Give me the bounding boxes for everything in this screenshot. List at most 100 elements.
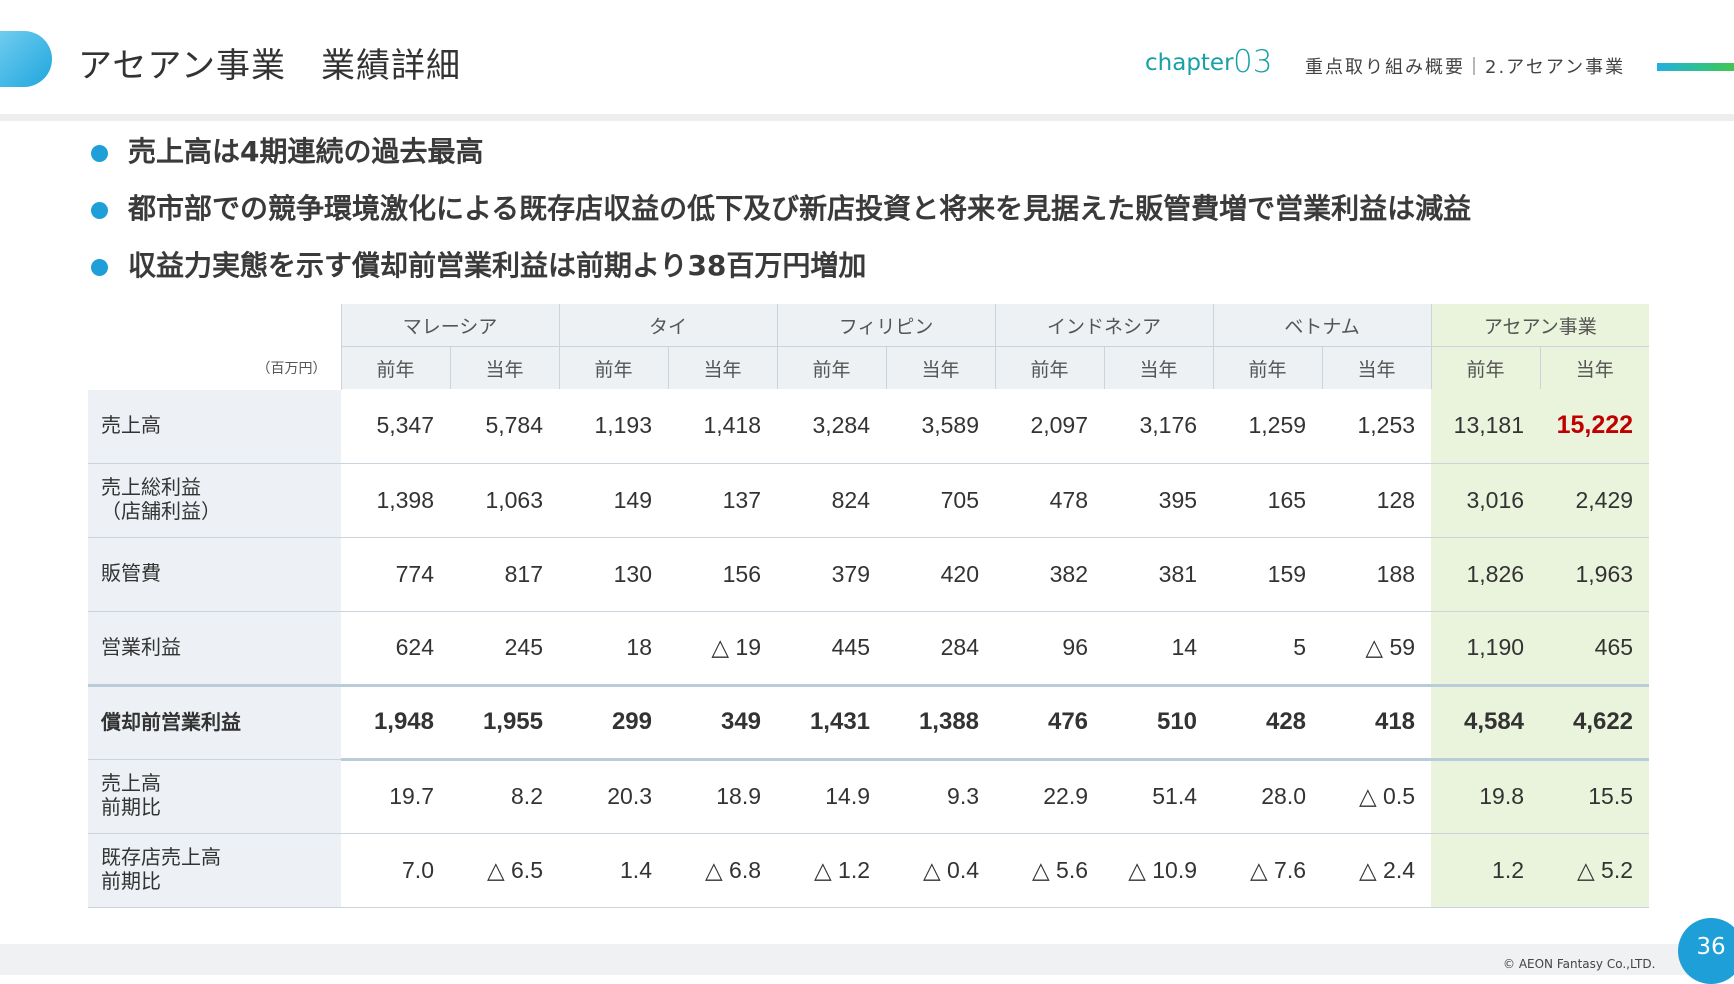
table-cell: 1.2 — [1431, 833, 1541, 908]
row-label: 売上高 前期比 — [88, 758, 341, 834]
table-cell: 96 — [995, 611, 1105, 686]
column-header-region: マレーシア — [340, 304, 559, 347]
bullet-dot-icon — [91, 259, 108, 276]
table-cell: 284 — [886, 611, 996, 686]
table-cell: 299 — [559, 683, 668, 761]
column-header-year: 前年 — [1430, 346, 1541, 389]
unit-label: （百万円） — [256, 359, 327, 376]
row-label: 販管費 — [88, 536, 341, 612]
table-cell: 14.9 — [777, 759, 887, 834]
bullet-dot-icon — [91, 145, 108, 162]
table-cell: 381 — [1104, 537, 1214, 612]
table-cell: 7.0 — [341, 833, 450, 908]
table-cell: △ 6.8 — [668, 833, 778, 908]
table-row: 売上総利益 （店舗利益） 1,398 1,063 149 137 824 705 478 395 1… — [88, 462, 1650, 538]
table-cell: 9.3 — [886, 759, 996, 834]
column-header-year: 当年 — [885, 346, 996, 389]
results-table: マレーシア タイ フィリピン インドネシア ベトナム アセアン事業 （百万円） … — [88, 304, 1650, 908]
table-cell: 4,584 — [1431, 683, 1541, 761]
table-cell: 2,429 — [1540, 463, 1650, 538]
column-header-region: ベトナム — [1212, 304, 1432, 347]
column-header-region: フィリピン — [776, 304, 996, 347]
table-cell: 15.5 — [1540, 759, 1650, 834]
header-accent-line — [1657, 63, 1734, 71]
column-header-year: 前年 — [1212, 346, 1323, 389]
table-cell: △ 2.4 — [1322, 833, 1432, 908]
table-cell: 510 — [1104, 683, 1214, 761]
table-cell: 1,398 — [341, 463, 450, 538]
row-label: 売上高 — [88, 388, 341, 464]
chapter-label: chapter — [1145, 50, 1234, 76]
table-cell: 824 — [777, 463, 887, 538]
table-cell: 1.4 — [559, 833, 668, 908]
table-cell: △ 1.2 — [777, 833, 887, 908]
table-cell: 3,589 — [886, 389, 996, 464]
bullet-text: 売上高は4期連続の過去最高 — [128, 135, 484, 168]
table-row: 売上高 5,347 5,784 1,193 1,418 3,284 3,589 2,097 3,… — [88, 388, 1650, 464]
table-cell: 418 — [1322, 683, 1432, 761]
table-cell: 188 — [1322, 537, 1432, 612]
table-cell: 51.4 — [1104, 759, 1214, 834]
table-cell: 5,347 — [341, 389, 450, 464]
table-row: 販管費 774 817 130 156 379 420 382 381 159 188 1,826 1,… — [88, 536, 1650, 612]
column-header-region: インドネシア — [994, 304, 1214, 347]
table-cell: 149 — [559, 463, 668, 538]
table-cell: 428 — [1213, 683, 1323, 761]
table-cell: 15,222 — [1540, 389, 1650, 464]
table-corner — [88, 304, 341, 347]
table-cell: 245 — [450, 611, 559, 686]
table-cell: 1,253 — [1322, 389, 1432, 464]
table-cell: 1,418 — [668, 389, 778, 464]
table-cell: 3,284 — [777, 389, 887, 464]
table-cell: 349 — [668, 683, 778, 761]
table-cell: 1,955 — [450, 683, 559, 761]
table-cell: △ 6.5 — [450, 833, 559, 908]
bullet-text: 収益力実態を示す償却前営業利益は前期より38百万円増加 — [128, 249, 867, 282]
table-cell: 156 — [668, 537, 778, 612]
table-cell: 18 — [559, 611, 668, 686]
row-label: 償却前営業利益 — [88, 683, 341, 760]
table-cell: 5 — [1213, 611, 1323, 686]
header-decoration — [0, 31, 52, 87]
table-cell: 20.3 — [559, 759, 668, 834]
column-header-year: 当年 — [1539, 346, 1650, 389]
table-cell: 19.8 — [1431, 759, 1541, 834]
column-header-year: 当年 — [1321, 346, 1432, 389]
table-cell: 1,259 — [1213, 389, 1323, 464]
table-cell: 1,963 — [1540, 537, 1650, 612]
footer-bar — [0, 944, 1734, 975]
table-cell: 14 — [1104, 611, 1214, 686]
table-cell: △ 5.2 — [1540, 833, 1650, 908]
column-header-year: 前年 — [558, 346, 668, 389]
table-cell: 3,016 — [1431, 463, 1541, 538]
table-cell: 445 — [777, 611, 887, 686]
table-cell: 420 — [886, 537, 996, 612]
table-cell: 395 — [1104, 463, 1214, 538]
table-cell: 379 — [777, 537, 887, 612]
bullet-dot-icon — [91, 202, 108, 219]
table-cell: 2,097 — [995, 389, 1105, 464]
table-cell: △ 10.9 — [1104, 833, 1214, 908]
table-row: 売上高 前期比 19.7 8.2 20.3 18.9 14.9 9.3 22.9 51.4 28.0… — [88, 758, 1650, 834]
table-cell: 5,784 — [450, 389, 559, 464]
table-cell: △ 0.4 — [886, 833, 996, 908]
table-cell: 19.7 — [341, 759, 450, 834]
table-cell: 1,948 — [341, 683, 450, 761]
column-header-year: 前年 — [340, 346, 450, 389]
table-cell: 1,826 — [1431, 537, 1541, 612]
bullet-item: 都市部での競争環境激化による既存店収益の低下及び新店投資と将来を見据えた販管費増… — [88, 189, 1471, 246]
table-cell: 4,622 — [1540, 683, 1650, 761]
table-cell: 1,388 — [886, 683, 996, 761]
table-cell: 476 — [995, 683, 1105, 761]
column-header-region: アセアン事業 — [1430, 304, 1650, 347]
table-cell: 28.0 — [1213, 759, 1323, 834]
bullet-item: 売上高は4期連続の過去最高 — [88, 132, 1471, 189]
table-cell: △ 19 — [668, 611, 778, 686]
bullet-text: 都市部での競争環境激化による既存店収益の低下及び新店投資と将来を見据えた販管費増… — [128, 192, 1472, 225]
summary-bullets: 売上高は4期連続の過去最高 都市部での競争環境激化による既存店収益の低下及び新店… — [88, 132, 1471, 303]
bullet-item: 収益力実態を示す償却前営業利益は前期より38百万円増加 — [88, 246, 1471, 303]
copyright: © AEON Fantasy Co.,LTD. — [1503, 957, 1656, 971]
table-cell: 137 — [668, 463, 778, 538]
table-cell: 128 — [1322, 463, 1432, 538]
header-divider — [0, 114, 1734, 121]
